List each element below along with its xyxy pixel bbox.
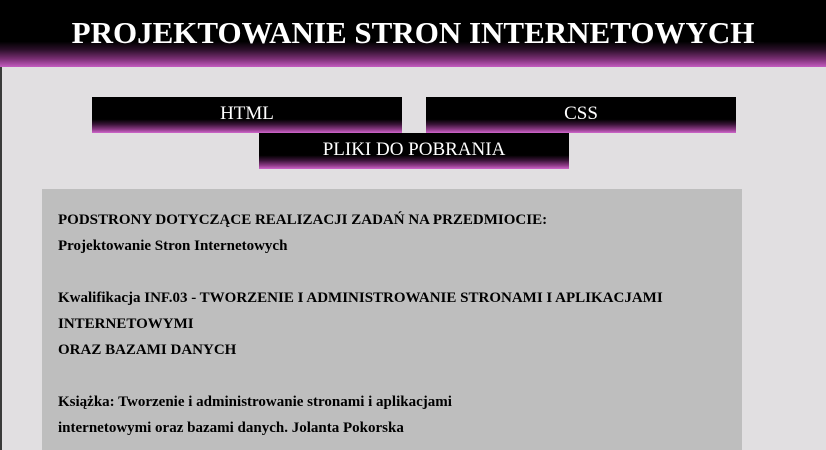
qualification-line-3: ORAZ BAZAMI DANYCH [58, 342, 237, 358]
nav-button-html[interactable]: HTML [92, 97, 402, 133]
nav-button-downloads[interactable]: PLIKI DO POBRANIA [259, 133, 569, 169]
content-panel: PODSTRONY DOTYCZĄCE REALIZACJI ZADAŃ NA … [42, 189, 742, 450]
qualification-info: Kwalifikacja INF.03 - TWORZENIE I ADMINI… [58, 285, 726, 363]
subpages-info: PODSTRONY DOTYCZĄCE REALIZACJI ZADAŃ NA … [58, 207, 726, 259]
qualification-line-2: INTERNETOWYMI [58, 316, 194, 332]
book-line-2: internetowymi oraz bazami danych. Jolant… [58, 420, 404, 436]
subject-name: Projektowanie Stron Internetowych [58, 238, 288, 254]
book-line-1: Książka: Tworzenie i administrowanie str… [58, 394, 452, 410]
qualification-line-1: Kwalifikacja INF.03 - TWORZENIE I ADMINI… [58, 290, 663, 306]
subpages-heading: PODSTRONY DOTYCZĄCE REALIZACJI ZADAŃ NA … [58, 212, 548, 228]
site-header: PROJEKTOWANIE STRON INTERNETOWYCH [0, 0, 826, 67]
book-info: Książka: Tworzenie i administrowanie str… [58, 389, 726, 441]
page-title: PROJEKTOWANIE STRON INTERNETOWYCH [71, 15, 755, 50]
nav-button-css[interactable]: CSS [426, 97, 736, 133]
left-border [0, 67, 2, 450]
